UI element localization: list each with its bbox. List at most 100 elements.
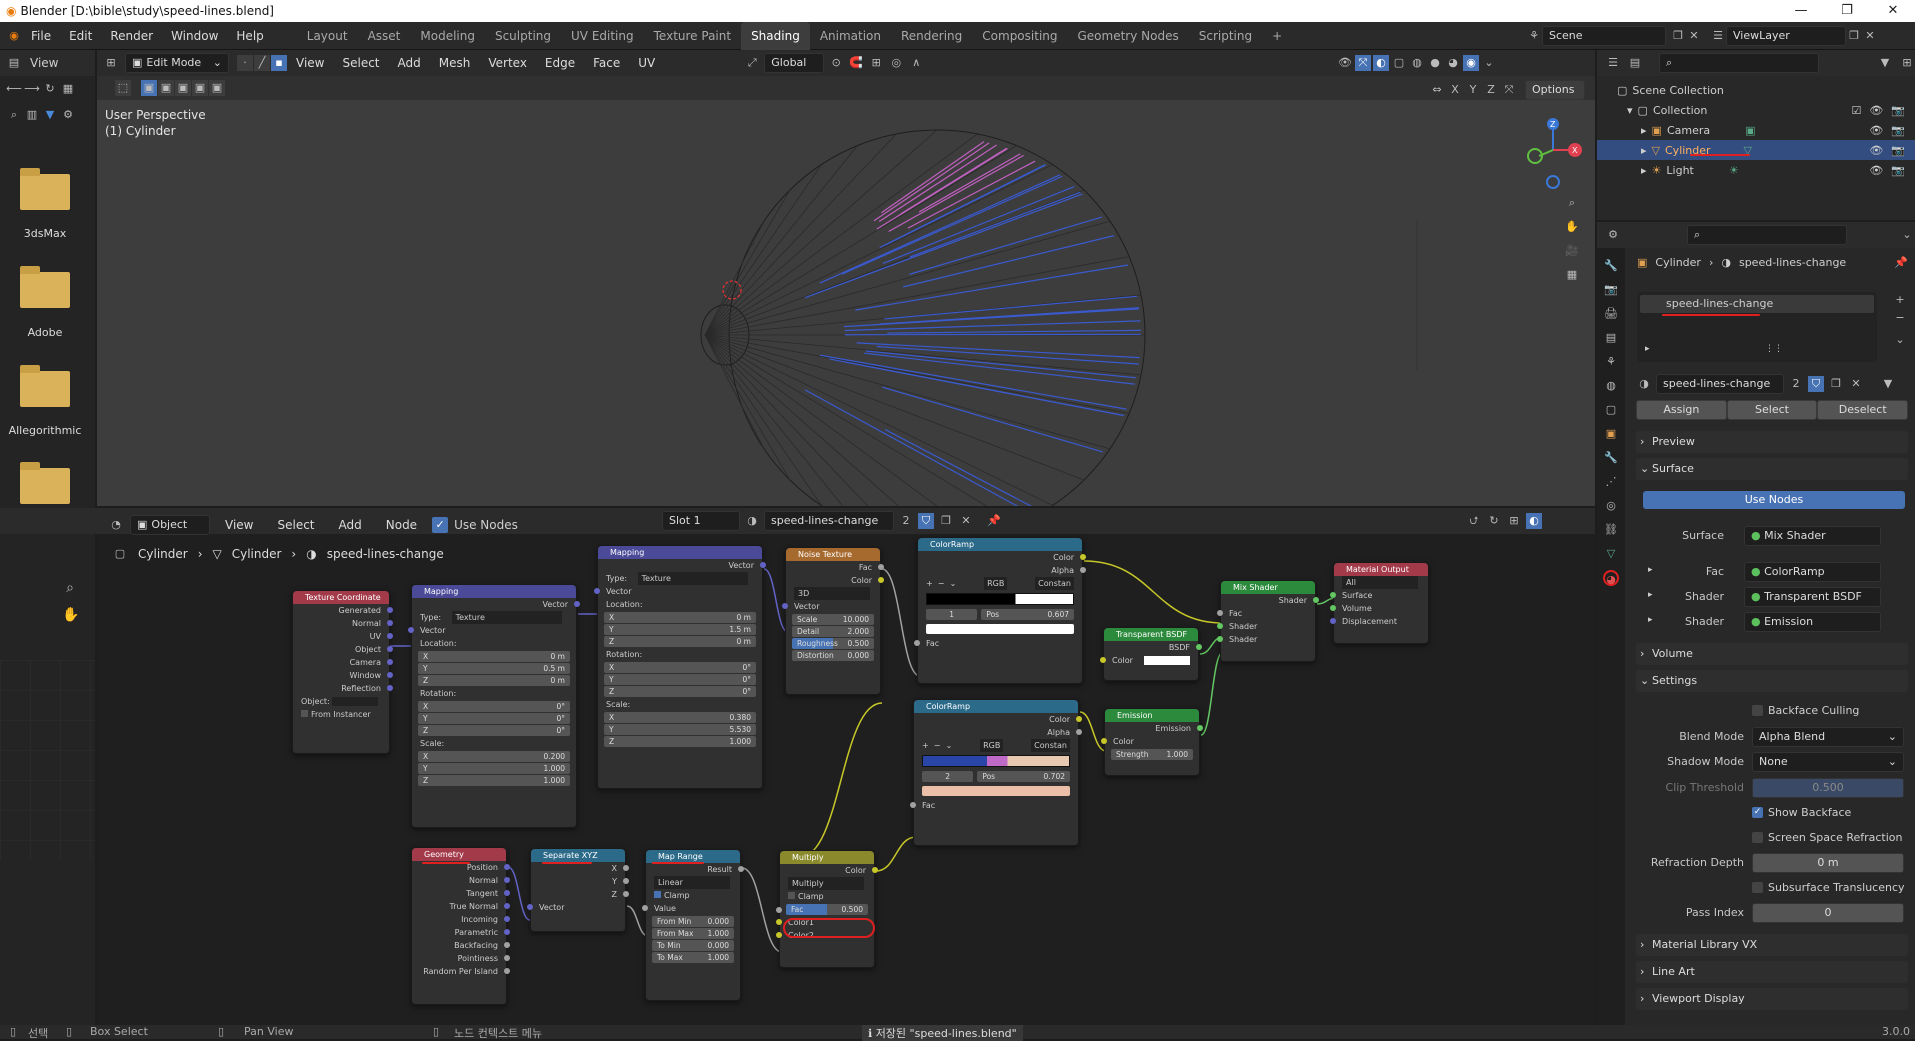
tab-layout[interactable]: Layout <box>297 22 358 50</box>
tool-select-icon[interactable]: ⬚ <box>115 80 131 96</box>
editor-type-icon[interactable]: ▤ <box>6 55 22 71</box>
view-layer-selector[interactable]: ViewLayer <box>1726 26 1846 46</box>
deselect-button[interactable]: Deselect <box>1817 400 1908 420</box>
snap-target-icon[interactable]: ⊞ <box>868 55 884 71</box>
render-tab-icon[interactable]: 📷 <box>1603 282 1619 298</box>
viewport-menu-uv[interactable]: UV <box>629 49 664 77</box>
viewport-menu-select[interactable]: Select <box>333 49 388 77</box>
rotation-z-field[interactable]: Z0° <box>604 686 756 697</box>
search-icon[interactable]: ⌕ <box>6 107 22 123</box>
show-backface-checkbox[interactable]: ✓Show Backface <box>1752 806 1851 819</box>
fake-user-shield-icon[interactable]: ⛉ <box>1808 376 1824 392</box>
grid-view-icon[interactable]: ▦ <box>1564 267 1580 283</box>
node-title[interactable]: Emission <box>1105 709 1199 722</box>
rendered-shading-icon[interactable]: ◉ <box>1463 55 1479 71</box>
from-instancer-checkbox[interactable]: From Instancer <box>293 708 389 721</box>
folder-icon[interactable] <box>20 468 70 504</box>
node-menu-node[interactable]: Node <box>377 511 426 539</box>
fake-user-shield-icon[interactable]: ⛉ <box>918 513 934 529</box>
snap-icon[interactable]: 🧲 <box>848 55 864 71</box>
3d-viewport[interactable]: User Perspective (1) Cylinder Z X ⌕ ✋ 🎥 … <box>97 50 1595 506</box>
viewport-menu-edge[interactable]: Edge <box>536 49 584 77</box>
minimize-icon[interactable]: — <box>1778 0 1824 22</box>
scale-z-field[interactable]: Z1.000 <box>604 736 756 747</box>
from-max-field[interactable]: From Max1.000 <box>652 928 734 939</box>
scale-x-field[interactable]: X0.200 <box>418 751 570 762</box>
editor-type-icon[interactable]: ◔ <box>108 517 124 533</box>
scale-z-field[interactable]: Z1.000 <box>418 775 570 786</box>
surface-shader-field[interactable]: ● Mix Shader <box>1744 526 1881 546</box>
filter-icon[interactable]: ▼ <box>1877 55 1893 71</box>
use-nodes-button[interactable]: Use Nodes <box>1643 491 1905 509</box>
from-min-field[interactable]: From Min0.000 <box>652 916 734 927</box>
scene-icon[interactable]: ⚘ <box>1526 28 1542 44</box>
object-field[interactable]: Object: <box>293 695 389 708</box>
node-title[interactable]: Mix Shader <box>1221 581 1315 594</box>
close-icon[interactable]: ✕ <box>1870 0 1915 22</box>
material-sphere-icon[interactable]: ◑ <box>1636 376 1652 392</box>
wireframe-shading-icon[interactable]: ◍ <box>1409 55 1425 71</box>
outliner-item-light[interactable]: ▸☀Light ☀ 👁📷 <box>1617 160 1915 180</box>
stop-pos-field[interactable]: Pos0.702 <box>977 771 1070 782</box>
transform-orientation-icon[interactable]: ⤢ <box>744 55 760 71</box>
blend-mode-dropdown[interactable]: Alpha Blend⌄ <box>1752 727 1904 747</box>
subsurface-translucency-checkbox[interactable]: Subsurface Translucency <box>1752 881 1905 894</box>
cylinder-mesh[interactable] <box>701 130 1145 506</box>
scale-y-field[interactable]: Y5.530 <box>604 724 756 735</box>
mirror-icon[interactable]: ⇔ <box>1429 82 1445 98</box>
transform-orientation-dropdown[interactable]: Global <box>764 53 824 73</box>
use-nodes-checkbox[interactable]: ✓ <box>432 517 448 533</box>
tab-sculpting[interactable]: Sculpting <box>485 22 561 50</box>
shader-1-field[interactable]: ● Transparent BSDF <box>1744 587 1881 607</box>
file-browser-view-menu[interactable]: View <box>30 56 58 70</box>
stop-index-field[interactable]: 1 <box>926 609 977 620</box>
color-ramp-gradient[interactable] <box>922 755 1070 767</box>
expand-arrow-icon[interactable]: ▸ <box>1641 164 1647 177</box>
material-sphere-icon[interactable]: ◑ <box>744 513 760 529</box>
face-select-icon[interactable]: ▪ <box>271 55 287 71</box>
collection-tab-icon[interactable]: ▢ <box>1603 402 1619 418</box>
modifier-tab-icon[interactable]: 🔧 <box>1603 450 1619 466</box>
edge-select-icon[interactable]: ╱ <box>254 55 270 71</box>
tab-asset[interactable]: Asset <box>358 22 411 50</box>
outliner-item-cylinder[interactable]: ▸▽Cylinder ▽ 👁📷 <box>1597 140 1915 160</box>
material-library-vx-panel-header[interactable]: ›Material Library VX <box>1636 934 1908 956</box>
distortion-field[interactable]: Distortion0.000 <box>792 650 874 661</box>
clamp-checkbox[interactable]: Clamp <box>780 890 874 903</box>
stop-pos-field[interactable]: Pos0.607 <box>981 609 1074 620</box>
folder-icon[interactable] <box>20 371 70 407</box>
location-y-field[interactable]: Y0.5 m <box>418 663 570 674</box>
stop-color-swatch[interactable] <box>926 624 1074 634</box>
parent-node-tree-icon[interactable]: ⮍ <box>1466 513 1482 529</box>
viewport-mesh-canvas[interactable] <box>97 50 1595 506</box>
view-layer-icon[interactable]: ☰ <box>1710 28 1726 44</box>
location-x-field[interactable]: X0 m <box>418 651 570 662</box>
node-noise-texture[interactable]: Noise Texture Fac Color 3D Vector Scale1… <box>785 547 881 695</box>
xray-icon[interactable]: ▢ <box>1391 55 1407 71</box>
unlink-material-icon[interactable]: ✕ <box>958 513 974 529</box>
chevron-down-icon[interactable]: ⌄ <box>1892 332 1908 348</box>
zoom-icon[interactable]: ⌕ <box>62 580 78 596</box>
grid-view-icon[interactable]: ▥ <box>24 107 40 123</box>
fac-field[interactable]: Fac0.500 <box>786 904 868 915</box>
refraction-depth-field[interactable]: 0 m <box>1752 853 1904 873</box>
folder-icon[interactable] <box>20 272 70 308</box>
snap-target-icon[interactable]: ⊞ <box>1506 513 1522 529</box>
new-view-layer-icon[interactable]: ❐ <box>1846 28 1862 44</box>
preview-panel-header[interactable]: ›Preview <box>1636 431 1908 453</box>
rotation-x-field[interactable]: X0° <box>418 701 570 712</box>
location-z-field[interactable]: Z0 m <box>604 636 756 647</box>
type-row[interactable]: Type: Texture <box>412 611 576 624</box>
select-subtract-icon[interactable]: ▣ <box>175 80 191 96</box>
rotation-y-field[interactable]: Y0° <box>418 713 570 724</box>
type-row[interactable]: Type: Texture <box>598 572 762 585</box>
filter-icon[interactable]: ▼ <box>42 107 58 123</box>
breadcrumb-mesh[interactable]: Cylinder <box>232 547 282 561</box>
node-title[interactable]: Separate XYZ <box>531 849 625 862</box>
data-tab-icon[interactable]: ▽ <box>1603 546 1619 562</box>
node-emission[interactable]: Emission Emission Color Strength1.000 <box>1104 708 1200 776</box>
node-colorramp-2[interactable]: ColorRamp Color Alpha + − ⌄ RGB Constan … <box>913 699 1079 846</box>
tool-tab-icon[interactable]: 🔧 <box>1603 258 1619 274</box>
tab-geometry-nodes[interactable]: Geometry Nodes <box>1068 22 1189 50</box>
outliner-search-input[interactable]: ⌕ <box>1659 53 1819 73</box>
